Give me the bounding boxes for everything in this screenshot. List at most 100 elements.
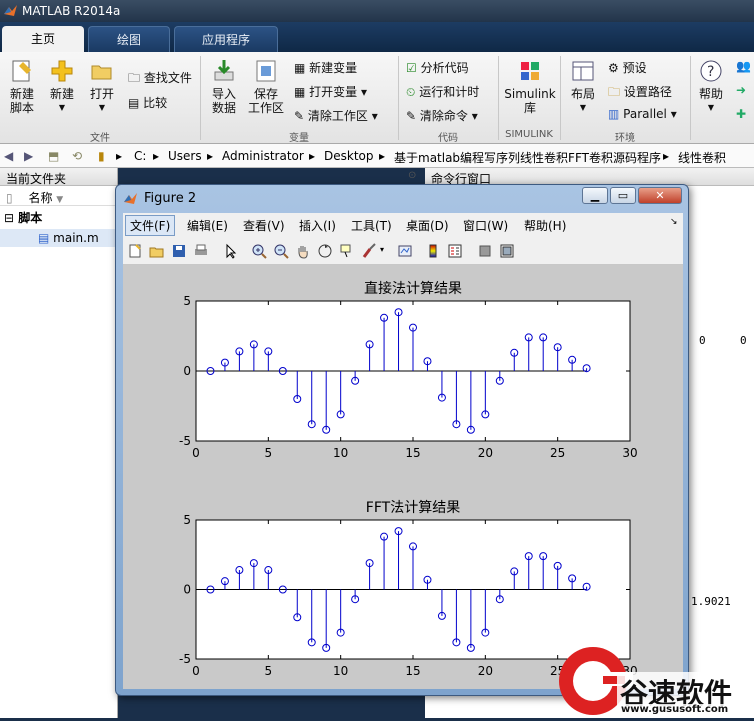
save-icon[interactable] bbox=[171, 243, 187, 259]
pointer-icon[interactable] bbox=[223, 243, 239, 259]
open-variable-icon: ▦ bbox=[294, 85, 306, 99]
group-code-label: 代码 bbox=[438, 133, 458, 144]
new-script-label-1: 新建 bbox=[9, 87, 34, 101]
collapse-icon[interactable]: ⊟ bbox=[4, 211, 14, 225]
import-label-2: 数据 bbox=[211, 101, 236, 115]
tab-apps[interactable]: 应用程序 bbox=[174, 26, 278, 52]
back-arrow-icon[interactable]: ◀ bbox=[4, 149, 13, 163]
menu-tools[interactable]: 工具(T) bbox=[351, 217, 392, 234]
request-support-icon[interactable]: ➜ bbox=[736, 83, 746, 97]
axes-title: FFT法计算结果 bbox=[366, 500, 460, 516]
path-segment[interactable]: Desktop bbox=[324, 149, 374, 163]
link-plot-icon[interactable] bbox=[397, 243, 413, 259]
rotate-3d-icon[interactable] bbox=[317, 243, 333, 259]
set-path-label: 设置路径 bbox=[623, 85, 672, 99]
column-name: 名称 bbox=[28, 191, 53, 205]
menu-help[interactable]: 帮助(H) bbox=[524, 217, 566, 234]
open-variable-button[interactable]: ▦ 打开变量 ▾ bbox=[294, 83, 367, 100]
hide-plot-tools-icon[interactable] bbox=[477, 243, 493, 259]
new-figure-icon[interactable] bbox=[127, 243, 143, 259]
ribbon-separator bbox=[398, 56, 399, 140]
path-segment[interactable]: 线性卷积 bbox=[678, 149, 726, 166]
browse-folder-icon[interactable]: ⟲ bbox=[72, 149, 82, 163]
menu-file[interactable]: 文件(F) bbox=[125, 215, 176, 236]
menu-edit[interactable]: 编辑(E) bbox=[187, 217, 228, 234]
brush-dropdown-icon[interactable]: ▾ bbox=[380, 245, 384, 254]
tab-plots[interactable]: 绘图 bbox=[88, 26, 170, 52]
x-tick-label: 15 bbox=[405, 446, 420, 460]
layout-button[interactable]: 布局 ▼ bbox=[566, 58, 600, 115]
set-path-button[interactable]: 🗀 设置路径 bbox=[608, 83, 672, 104]
path-segment[interactable]: Users bbox=[168, 149, 202, 163]
matlab-logo-icon bbox=[123, 191, 138, 209]
file-name: main.m bbox=[53, 231, 99, 245]
run-and-time-button[interactable]: ⏲ 运行和计时 bbox=[406, 83, 479, 100]
pan-hand-icon[interactable] bbox=[295, 243, 311, 259]
menu-window[interactable]: 窗口(W) bbox=[463, 217, 508, 234]
y-tick-label: 5 bbox=[183, 513, 191, 527]
maximize-button[interactable]: ▭ bbox=[610, 187, 636, 204]
sort-arrow-icon: ▼ bbox=[56, 195, 64, 205]
save-workspace-button[interactable]: 保存 工作区 bbox=[246, 58, 286, 115]
figure-toolbar: ▾ bbox=[123, 237, 683, 265]
zoom-in-icon[interactable] bbox=[251, 243, 267, 259]
path-segment[interactable]: 基于matlab编程写序列线性卷积FFT卷积源码程序 bbox=[394, 149, 661, 166]
simulink-icon bbox=[521, 62, 539, 80]
path-segment[interactable]: C: bbox=[134, 149, 146, 163]
up-folder-icon[interactable]: ⬒ bbox=[48, 149, 59, 163]
import-icon bbox=[214, 60, 234, 81]
layout-label: 布局 bbox=[570, 87, 595, 101]
print-icon[interactable] bbox=[193, 243, 209, 259]
new-button[interactable]: 新建 ▼ bbox=[44, 58, 80, 115]
path-segment[interactable]: Administrator bbox=[222, 149, 304, 163]
x-tick-label: 25 bbox=[550, 446, 565, 460]
legend-icon[interactable] bbox=[447, 243, 463, 259]
save-workspace-label-1: 保存 bbox=[253, 87, 278, 101]
new-script-button[interactable]: 新建 脚本 bbox=[4, 58, 40, 115]
data-cursor-icon[interactable] bbox=[339, 243, 355, 259]
ribbon-separator bbox=[200, 56, 201, 140]
show-plot-tools-icon[interactable] bbox=[499, 243, 515, 259]
compare-button[interactable]: ▤ 比较 bbox=[128, 94, 167, 111]
help-button[interactable]: ? 帮助 ▼ bbox=[696, 58, 726, 115]
figure-title: Figure 2 bbox=[144, 191, 197, 206]
group-environment-label: 环境 bbox=[615, 133, 635, 144]
zoom-out-icon[interactable] bbox=[273, 243, 289, 259]
clear-commands-button[interactable]: ✎ 清除命令 ▾ bbox=[406, 107, 478, 124]
simulink-library-button[interactable]: Simulink 库 bbox=[504, 58, 556, 115]
find-files-label: 查找文件 bbox=[143, 71, 192, 85]
close-button[interactable]: ✕ bbox=[638, 187, 682, 204]
x-tick-label: 0 bbox=[192, 446, 200, 460]
file-list-column-header[interactable]: ▯ 名称 ▼ bbox=[0, 186, 117, 206]
save-workspace-icon bbox=[256, 60, 276, 82]
brush-icon[interactable] bbox=[361, 243, 377, 259]
file-item[interactable]: ▤ main.m bbox=[0, 229, 117, 247]
forward-arrow-icon[interactable]: ▶ bbox=[24, 149, 33, 163]
output-value: 0 bbox=[740, 334, 747, 347]
new-variable-button[interactable]: ▦ 新建变量 bbox=[294, 59, 357, 76]
colorbar-icon[interactable] bbox=[425, 243, 441, 259]
menu-dock-arrow-icon[interactable]: ↘ bbox=[670, 217, 678, 227]
import-data-button[interactable]: 导入 数据 bbox=[206, 58, 242, 115]
clear-workspace-label: 清除工作区 bbox=[307, 109, 368, 123]
clear-workspace-icon: ✎ bbox=[294, 109, 305, 123]
clear-workspace-button[interactable]: ✎ 清除工作区 ▾ bbox=[294, 107, 378, 124]
panel-menu-icon[interactable]: ⊙ bbox=[408, 170, 416, 181]
menu-insert[interactable]: 插入(I) bbox=[299, 217, 336, 234]
folder-node[interactable]: ⊟ 脚本 bbox=[0, 206, 117, 229]
find-files-icon: 🗀 bbox=[128, 71, 141, 85]
minimize-button[interactable]: ▁ bbox=[582, 187, 608, 204]
plus-icon bbox=[51, 60, 73, 82]
parallel-button[interactable]: ▥ Parallel ▾ bbox=[608, 107, 677, 121]
analyze-code-button[interactable]: ☑ 分析代码 bbox=[406, 59, 469, 76]
add-ons-icon[interactable]: ✚ bbox=[736, 107, 746, 121]
open-button[interactable]: 打开 ▼ bbox=[84, 58, 120, 115]
preferences-button[interactable]: ⚙ 预设 bbox=[608, 59, 647, 76]
menu-view[interactable]: 查看(V) bbox=[243, 217, 285, 234]
community-icon[interactable]: 👥 bbox=[736, 59, 751, 73]
find-files-button[interactable]: 🗀 查找文件 bbox=[128, 69, 192, 90]
menu-desktop[interactable]: 桌面(D) bbox=[406, 217, 449, 234]
tab-home[interactable]: 主页 bbox=[2, 26, 84, 52]
open-file-icon[interactable] bbox=[149, 243, 165, 259]
group-simulink-label: SIMULINK bbox=[505, 129, 553, 140]
